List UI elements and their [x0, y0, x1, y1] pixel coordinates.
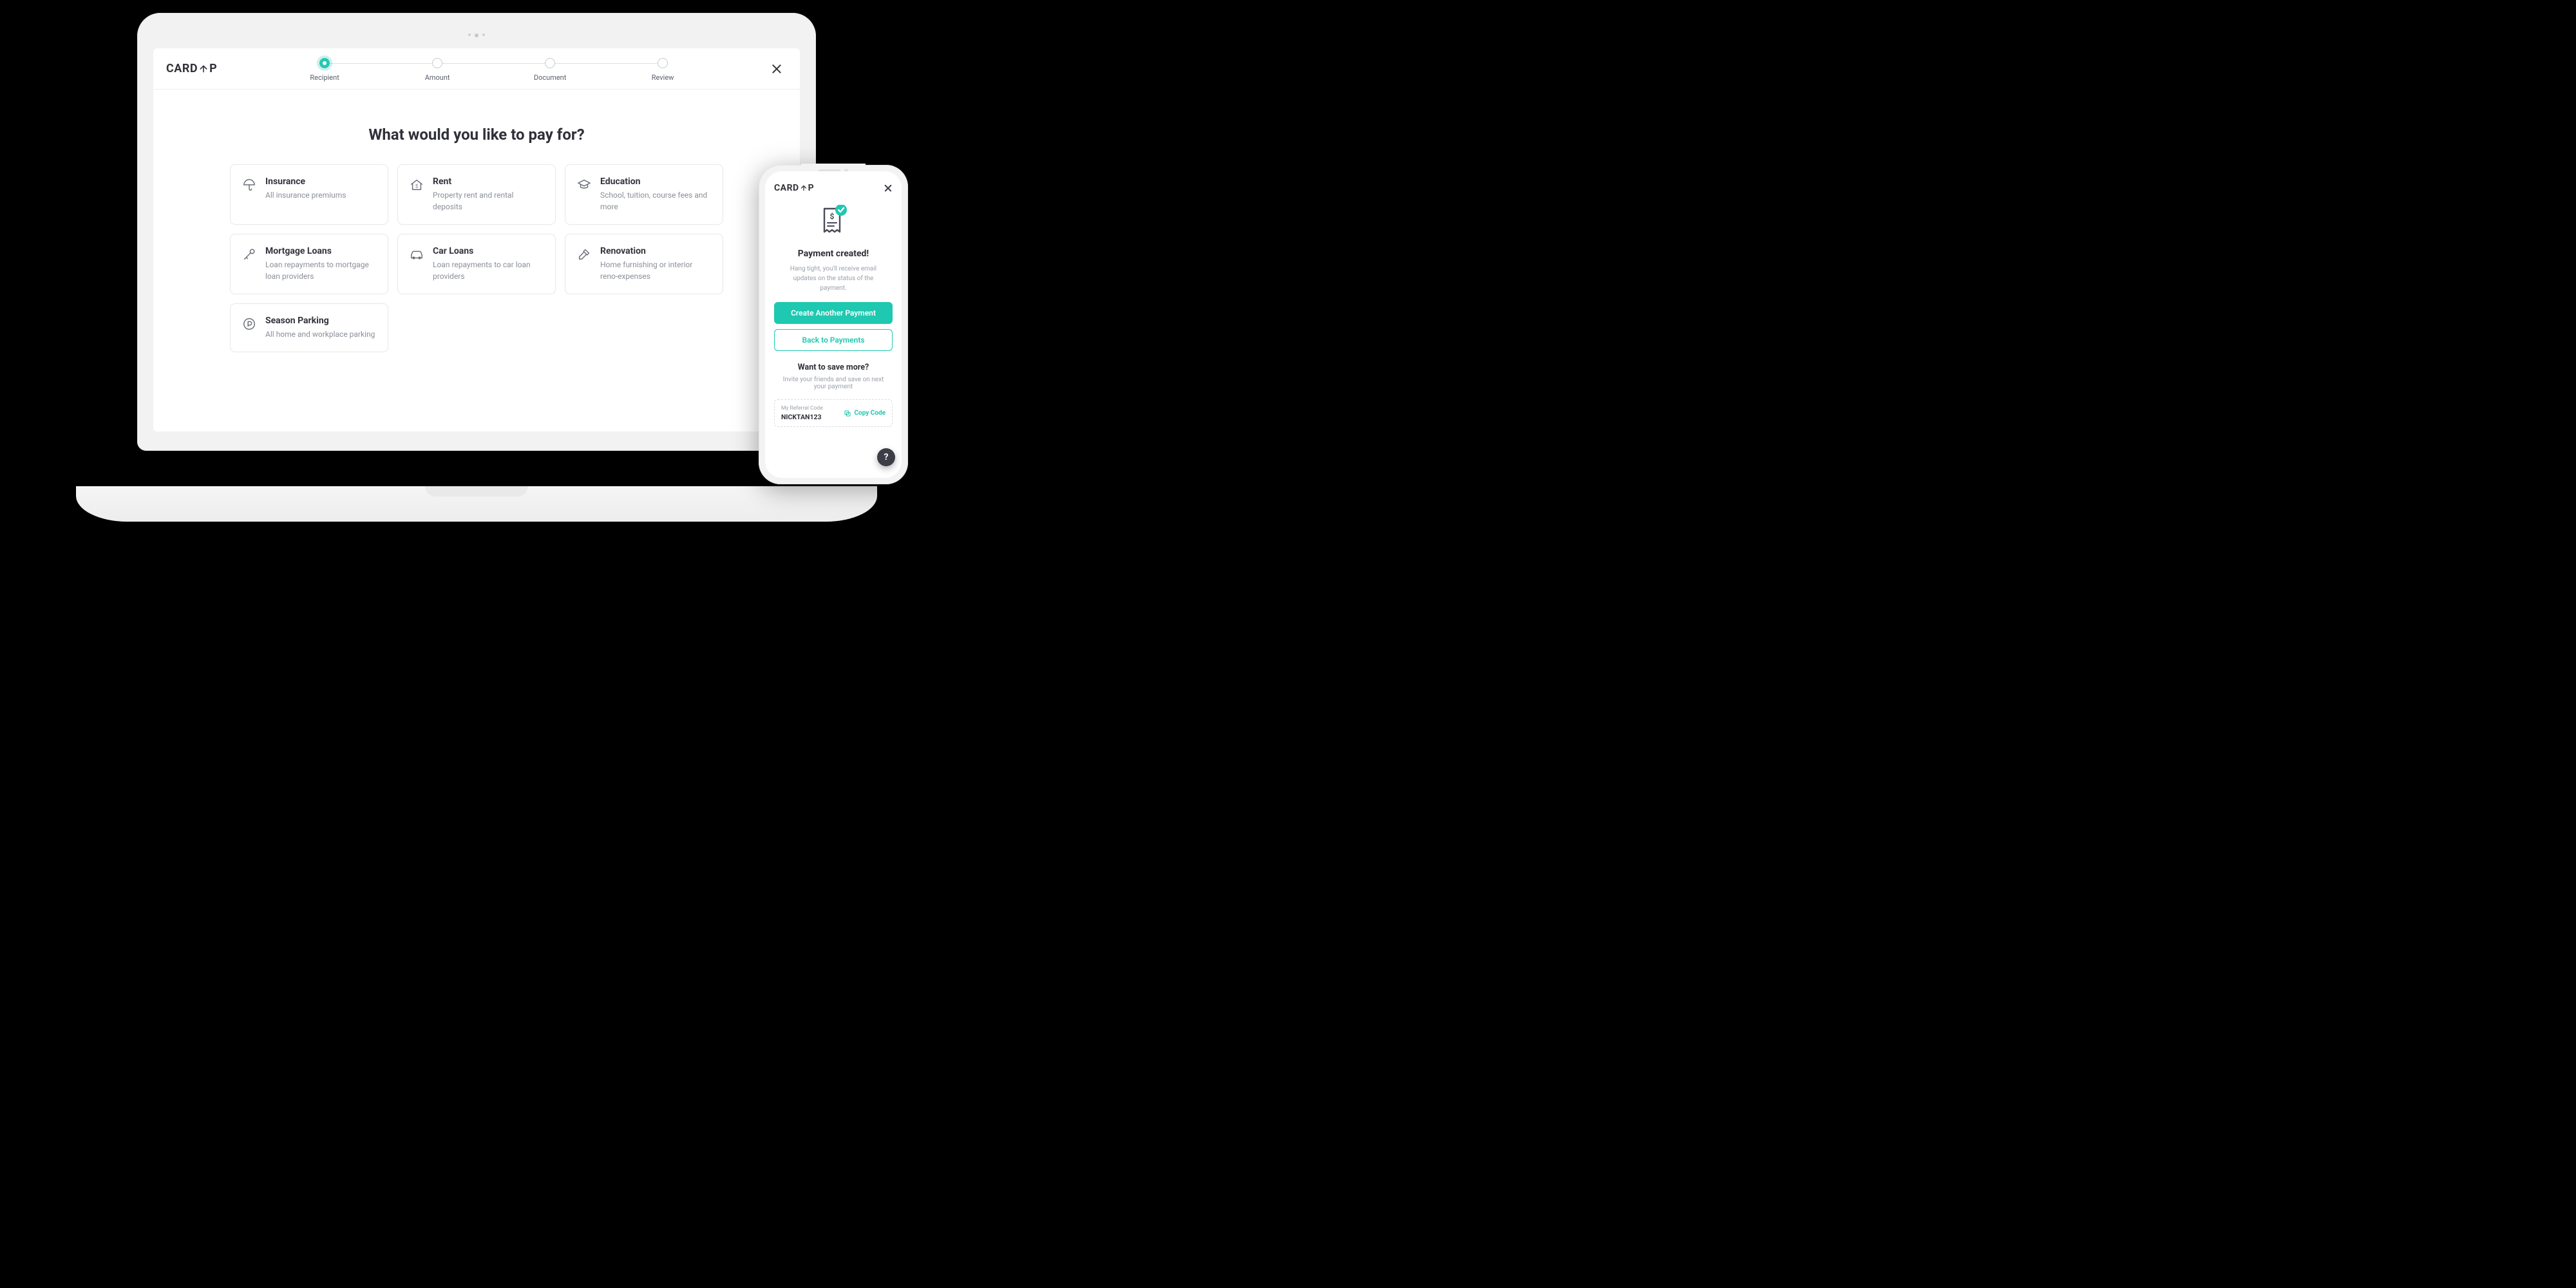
category-desc: School, tuition, course fees and more: [600, 189, 711, 213]
receipt-check-icon: $: [819, 205, 848, 240]
mobile-subtitle: Hang tight, you'll receive email updates…: [777, 264, 890, 293]
mobile-title: Payment created!: [798, 249, 869, 259]
category-insurance[interactable]: Insurance All insurance premiums: [230, 164, 388, 225]
create-another-payment-button[interactable]: Create Another Payment: [774, 302, 893, 324]
category-desc: Loan repayments to car loan providers: [433, 259, 544, 282]
house-dollar-icon: $: [410, 178, 424, 192]
step-amount[interactable]: Amount: [381, 58, 494, 82]
category-renovation[interactable]: Renovation Home furnishing or interior r…: [565, 234, 723, 294]
category-desc: All insurance premiums: [265, 189, 376, 201]
help-button[interactable]: ?: [877, 448, 895, 466]
step-label: Document: [534, 73, 566, 82]
category-title: Insurance: [265, 176, 376, 187]
copy-icon: [844, 410, 851, 417]
category-title: Season Parking: [265, 316, 376, 326]
mobile-actions: Create Another Payment Back to Payments: [765, 293, 902, 357]
desktop-body: What would you like to pay for? Insuranc…: [153, 90, 800, 431]
save-more-section: Want to save more? Invite your friends a…: [765, 357, 902, 390]
save-subtitle: Invite your friends and save on next you…: [777, 376, 890, 390]
category-desc: Property rent and rental deposits: [433, 189, 544, 213]
copy-code-button[interactable]: Copy Code: [844, 410, 886, 417]
laptop-body: CARD P Recipient Amount: [137, 13, 816, 451]
category-desc: Home furnishing or interior reno-expense…: [600, 259, 711, 282]
step-dot: [545, 58, 555, 68]
referral-label: My Referral Code: [781, 405, 823, 412]
referral-code: NICKTAN123: [781, 413, 823, 421]
category-title: Renovation: [600, 246, 711, 256]
progress-stepper: Recipient Amount Document Review: [217, 58, 770, 82]
laptop-camera: [468, 33, 485, 37]
laptop-hinge-notch: [425, 486, 528, 497]
category-title: Car Loans: [433, 246, 544, 256]
brand-up-icon: [198, 64, 209, 74]
close-icon[interactable]: [884, 184, 893, 193]
referral-box: My Referral Code NICKTAN123 Copy Code: [774, 399, 893, 427]
brand-up-icon: [800, 184, 808, 192]
laptop-base: [76, 486, 877, 522]
mobile-hero: $ Payment created! Hang tight, you'll re…: [765, 200, 902, 293]
laptop-mock: CARD P Recipient Amount: [137, 13, 816, 486]
save-title: Want to save more?: [777, 363, 890, 372]
brand-logo: CARD P: [166, 62, 217, 75]
svg-text:$: $: [830, 212, 835, 221]
svg-text:$: $: [415, 184, 418, 189]
step-label: Review: [652, 73, 674, 82]
step-label: Amount: [425, 73, 450, 82]
back-to-payments-button[interactable]: Back to Payments: [774, 329, 893, 351]
parking-icon: [242, 317, 256, 331]
help-icon: ?: [884, 452, 889, 462]
step-dot: [319, 58, 330, 68]
category-desc: Loan repayments to mortgage loan provide…: [265, 259, 376, 282]
car-icon: [410, 247, 424, 261]
step-review[interactable]: Review: [607, 58, 719, 82]
page-title: What would you like to pay for?: [192, 126, 761, 144]
desktop-app: CARD P Recipient Amount: [153, 48, 800, 431]
desktop-header: CARD P Recipient Amount: [153, 48, 800, 90]
graduation-icon: [577, 178, 591, 192]
key-icon: [242, 247, 256, 261]
category-title: Education: [600, 176, 711, 187]
step-document[interactable]: Document: [494, 58, 607, 82]
category-education[interactable]: Education School, tuition, course fees a…: [565, 164, 723, 225]
category-desc: All home and workplace parking: [265, 328, 376, 340]
category-car-loans[interactable]: Car Loans Loan repayments to car loan pr…: [397, 234, 556, 294]
brand-text-suffix: P: [808, 183, 815, 193]
step-dot: [658, 58, 668, 68]
brand-logo: CARD P: [774, 183, 814, 193]
category-title: Mortgage Loans: [265, 246, 376, 256]
category-rent[interactable]: $ Rent Property rent and rental deposits: [397, 164, 556, 225]
hammer-icon: [577, 247, 591, 261]
category-mortgage[interactable]: Mortgage Loans Loan repayments to mortga…: [230, 234, 388, 294]
step-recipient[interactable]: Recipient: [269, 58, 381, 82]
close-icon[interactable]: [770, 62, 783, 75]
mobile-header: CARD P: [765, 171, 902, 200]
brand-text-prefix: CARD: [166, 62, 198, 75]
brand-text-prefix: CARD: [774, 183, 799, 193]
brand-text-suffix: P: [209, 62, 217, 75]
step-dot: [432, 58, 442, 68]
category-parking[interactable]: Season Parking All home and workplace pa…: [230, 303, 388, 352]
step-label: Recipient: [310, 73, 339, 82]
copy-code-label: Copy Code: [855, 410, 886, 417]
category-grid: Insurance All insurance premiums $ Rent …: [192, 164, 761, 352]
phone-mock: CARD P $ Payment created! Han: [759, 165, 908, 484]
category-title: Rent: [433, 176, 544, 187]
umbrella-icon: [242, 178, 256, 192]
mobile-app: CARD P $ Payment created! Han: [765, 171, 902, 478]
